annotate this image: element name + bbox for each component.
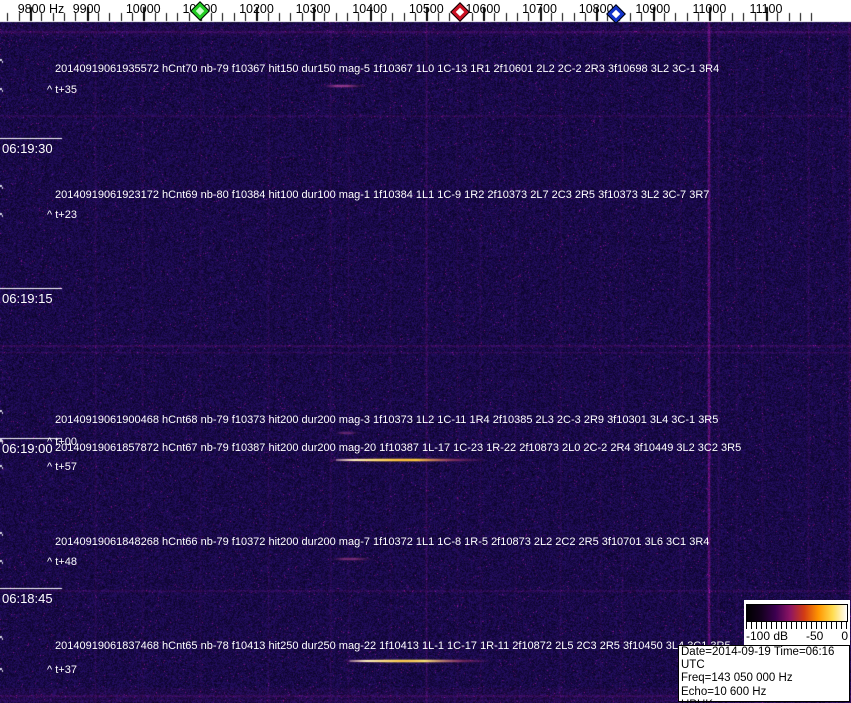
marker-center (196, 7, 204, 15)
freq-tick-label: 9900 (73, 2, 101, 16)
event-detection-line: 20140919061923172 hCnt69 nb-80 f10384 hi… (55, 189, 709, 201)
db-scale-legend: -100 dB -50 0 (744, 600, 850, 645)
freq-tick-label: 10600 (466, 2, 501, 16)
event-detection-line: 20140919061848268 hCnt66 nb-79 f10372 hi… (55, 536, 709, 548)
db-gradient-ticks (746, 622, 848, 629)
db-label-max: 0 (841, 629, 848, 643)
freq-tick-label: 10500 (409, 2, 444, 16)
info-station-id: HPHK (681, 699, 847, 703)
meteor-spectrogram-window: 9800 Hz990010000101001020010300104001050… (0, 0, 851, 703)
freq-tick-label: 10300 (296, 2, 331, 16)
freq-tick-label: 10700 (522, 2, 557, 16)
db-label-mid: -50 (806, 629, 823, 643)
event-detection-line: 20140919061900468 hCnt68 nb-79 f10373 hi… (55, 414, 718, 426)
marker-center (456, 8, 464, 16)
freq-tick-label: 10900 (635, 2, 670, 16)
event-time-offset-label: ^ t+23 (47, 209, 77, 221)
freq-tick-label: 11100 (750, 2, 783, 16)
freq-tick-label: 10400 (352, 2, 387, 16)
spectrogram-canvas (0, 0, 851, 703)
time-tick-label: 06:19:00 (2, 441, 53, 456)
event-time-offset-label: ^ t+35 (47, 84, 77, 96)
event-detection-line: 20140919061935572 hCnt70 nb-79 f10367 hi… (55, 63, 719, 75)
time-tick-label: 06:19:15 (2, 291, 53, 306)
info-echo-frequency: Echo=10 600 Hz (681, 686, 847, 699)
db-scale-labels: -100 dB -50 0 (746, 629, 848, 643)
event-time-offset-label: ^ t+48 (47, 556, 77, 568)
db-gradient-bar (746, 604, 848, 622)
freq-tick-label: 9800 Hz (18, 2, 65, 16)
event-time-offset-label: ^ t+57 (47, 461, 77, 473)
info-frequency: Freq=143 050 000 Hz (681, 672, 847, 685)
status-info-box: Date=2014-09-19 Time=06:16 UTC Freq=143 … (678, 645, 850, 702)
freq-tick-label: 11000 (692, 2, 726, 16)
marker-center (612, 10, 620, 18)
db-label-min: -100 dB (746, 629, 788, 643)
freq-tick-label: 10000 (126, 2, 161, 16)
time-tick-label: 06:19:30 (2, 141, 53, 156)
event-time-offset-label: ^ t+37 (47, 664, 77, 676)
freq-tick-label: 10200 (239, 2, 274, 16)
time-tick-label: 06:18:45 (2, 591, 53, 606)
info-date-time: Date=2014-09-19 Time=06:16 UTC (681, 646, 847, 672)
event-detection-line: 20140919061857872 hCnt67 nb-79 f10387 hi… (55, 442, 741, 454)
event-detection-line: 20140919061837468 hCnt65 nb-78 f10413 hi… (55, 640, 731, 652)
